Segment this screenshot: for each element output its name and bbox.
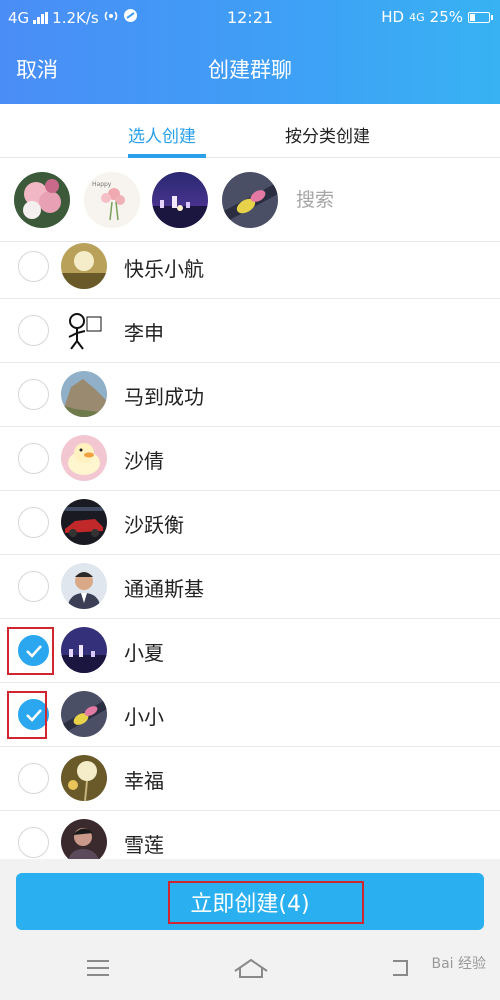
search-input[interactable]	[296, 185, 476, 215]
contact-row[interactable]: 马到成功	[0, 363, 500, 427]
contact-avatar	[61, 307, 107, 353]
contact-checkbox[interactable]	[18, 571, 49, 602]
contact-name: 小小	[124, 705, 164, 729]
contact-name: 小夏	[124, 641, 164, 665]
contact-name: 幸福	[124, 769, 164, 793]
system-navigation-bar	[0, 955, 500, 991]
tab-by-category[interactable]: 按分类创建	[285, 122, 370, 147]
title-bar: 取消 创建群聊	[0, 48, 500, 88]
page-title: 创建群聊	[208, 58, 292, 82]
contact-row[interactable]: 小夏	[0, 619, 500, 683]
contact-avatar	[61, 435, 107, 481]
contact-avatar	[61, 563, 107, 609]
selected-avatar-flower-sketch[interactable]: Happy	[84, 172, 140, 228]
tab-bar: 选人创建 按分类创建	[0, 104, 500, 158]
app-header: 4G 1.2K/s 12:21 HD 4G 25% 取消 创建群聊	[0, 0, 500, 104]
back-icon[interactable]	[390, 958, 412, 982]
selection-highlight-box	[7, 627, 54, 675]
menu-icon[interactable]	[86, 959, 110, 981]
contact-avatar	[61, 371, 107, 417]
selected-members-strip: Happy	[0, 158, 500, 242]
contact-checkbox[interactable]	[18, 763, 49, 794]
contact-row[interactable]: 小小	[0, 683, 500, 747]
selected-avatar-night-city[interactable]	[152, 172, 208, 228]
contact-checkbox[interactable]	[18, 251, 49, 282]
contact-name: 雪莲	[124, 833, 164, 857]
hd-label: HD	[381, 8, 405, 26]
contact-name: 通通斯基	[124, 577, 204, 601]
contact-name: 沙倩	[124, 449, 164, 473]
selection-highlight-box	[7, 691, 47, 739]
contact-checkbox[interactable]	[18, 315, 49, 346]
contact-name: 马到成功	[124, 385, 204, 409]
watermark-logo: Bai 经验	[431, 956, 486, 972]
contact-avatar	[61, 819, 107, 859]
contact-checkbox[interactable]	[18, 827, 49, 858]
svg-text:Happy: Happy	[92, 181, 112, 188]
selected-avatar-flowers[interactable]	[14, 172, 70, 228]
contact-name: 快乐小航	[124, 257, 204, 281]
create-group-button[interactable]: 立即创建(4)	[16, 873, 484, 930]
battery-percent: 25%	[429, 8, 463, 26]
tab-select-people[interactable]: 选人创建	[128, 122, 196, 147]
contact-row[interactable]: 李申	[0, 299, 500, 363]
contact-avatar	[61, 627, 107, 673]
contact-row[interactable]: 幸福	[0, 747, 500, 811]
contact-avatar	[61, 755, 107, 801]
contact-checkbox[interactable]	[18, 507, 49, 538]
status-bar: 4G 1.2K/s 12:21 HD 4G 25%	[0, 0, 500, 34]
network-type-secondary: 4G	[409, 10, 425, 24]
selected-avatar-leaf[interactable]	[222, 172, 278, 228]
contact-name: 李申	[124, 321, 164, 345]
contact-row[interactable]: 雪莲	[0, 811, 500, 859]
contact-list: 快乐小航 李申 马到成功 沙倩 沙跃衡 通通斯基 小夏 小小 幸福 雪莲	[0, 242, 500, 859]
bottom-action-area: 立即创建(4) Bai 经验	[0, 859, 500, 1000]
contact-row[interactable]: 沙跃衡	[0, 491, 500, 555]
contact-avatar	[61, 691, 107, 737]
contact-name: 沙跃衡	[124, 513, 184, 537]
contact-row[interactable]: 通通斯基	[0, 555, 500, 619]
home-icon[interactable]	[233, 957, 269, 983]
contact-checkbox[interactable]	[18, 379, 49, 410]
status-right: HD 4G 25%	[381, 8, 493, 26]
contact-checkbox[interactable]	[18, 443, 49, 474]
contact-avatar	[61, 243, 107, 289]
contact-avatar	[61, 499, 107, 545]
contact-row[interactable]: 快乐小航	[0, 242, 500, 299]
contact-row[interactable]: 沙倩	[0, 427, 500, 491]
battery-icon	[468, 11, 493, 23]
